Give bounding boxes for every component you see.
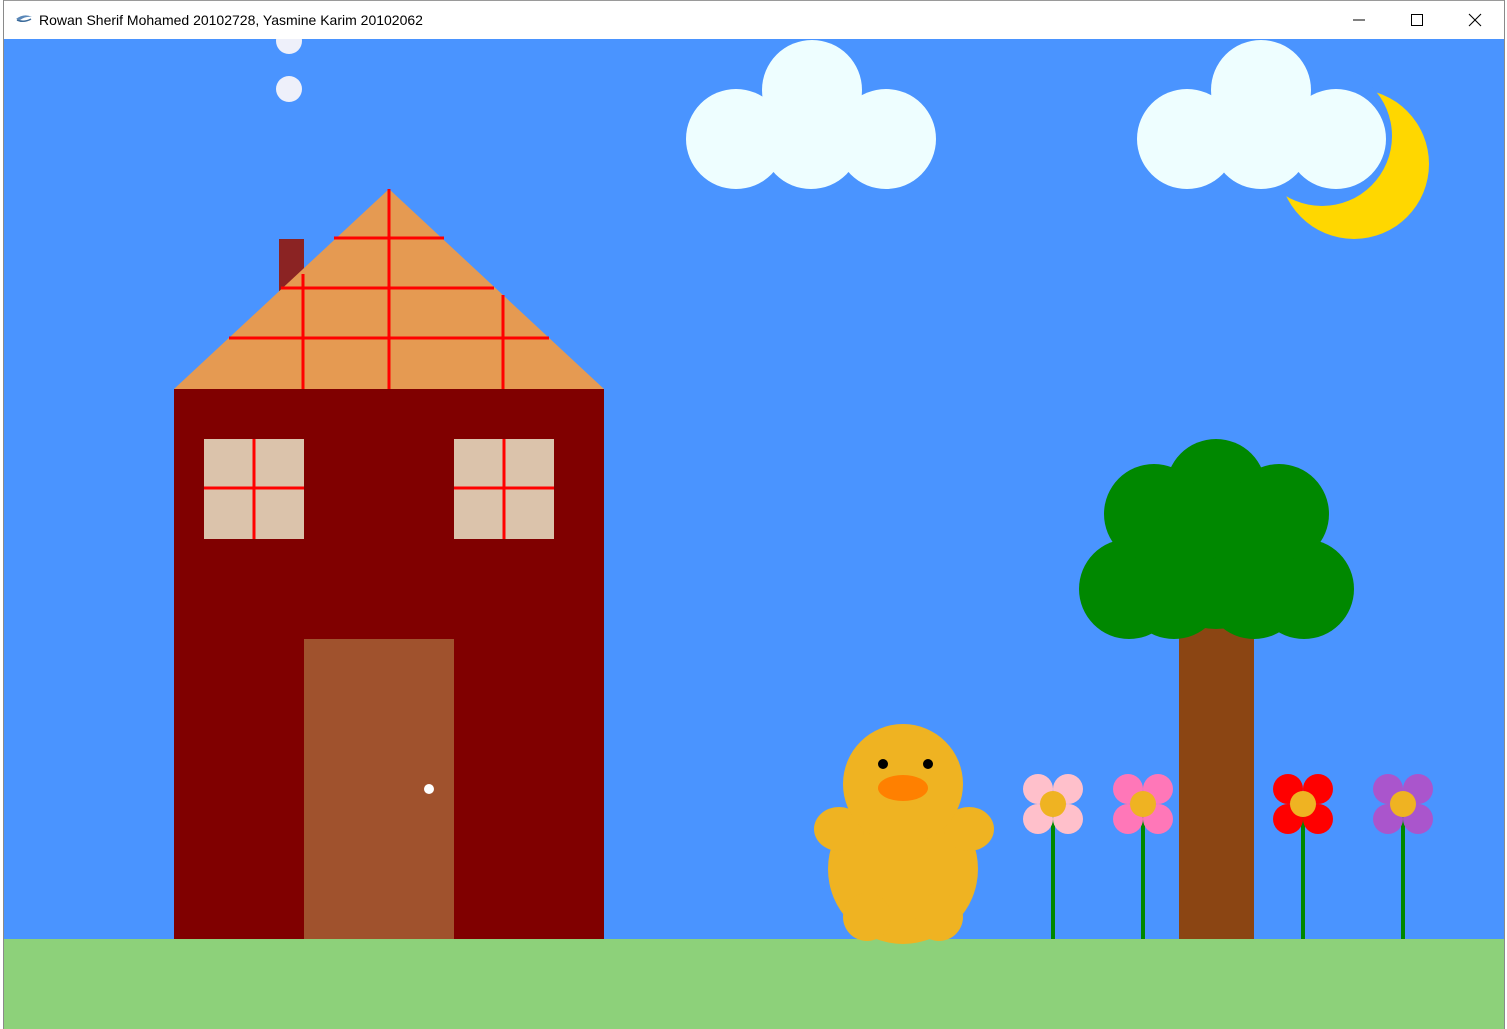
tree-trunk	[1179, 624, 1254, 939]
java-cup-icon	[14, 11, 34, 27]
app-window: Rowan Sherif Mohamed 20102728, Yasmine K…	[3, 0, 1505, 1029]
window-title: Rowan Sherif Mohamed 20102728, Yasmine K…	[39, 12, 423, 28]
grass	[4, 939, 1504, 1029]
house-window	[454, 439, 554, 539]
minimize-icon	[1353, 19, 1365, 21]
doorknob	[424, 784, 434, 794]
title-bar[interactable]: Rowan Sherif Mohamed 20102728, Yasmine K…	[4, 0, 1504, 39]
close-button[interactable]	[1446, 1, 1504, 39]
maximize-button[interactable]	[1388, 1, 1446, 39]
close-icon	[1468, 13, 1482, 27]
drawing-canvas	[4, 39, 1504, 1029]
minimize-button[interactable]	[1330, 1, 1388, 39]
house-window	[204, 439, 304, 539]
duck-beak	[878, 775, 928, 801]
duck-eye	[878, 759, 888, 769]
maximize-icon	[1411, 14, 1423, 26]
smoke-puff	[276, 76, 302, 102]
duck-eye	[923, 759, 933, 769]
